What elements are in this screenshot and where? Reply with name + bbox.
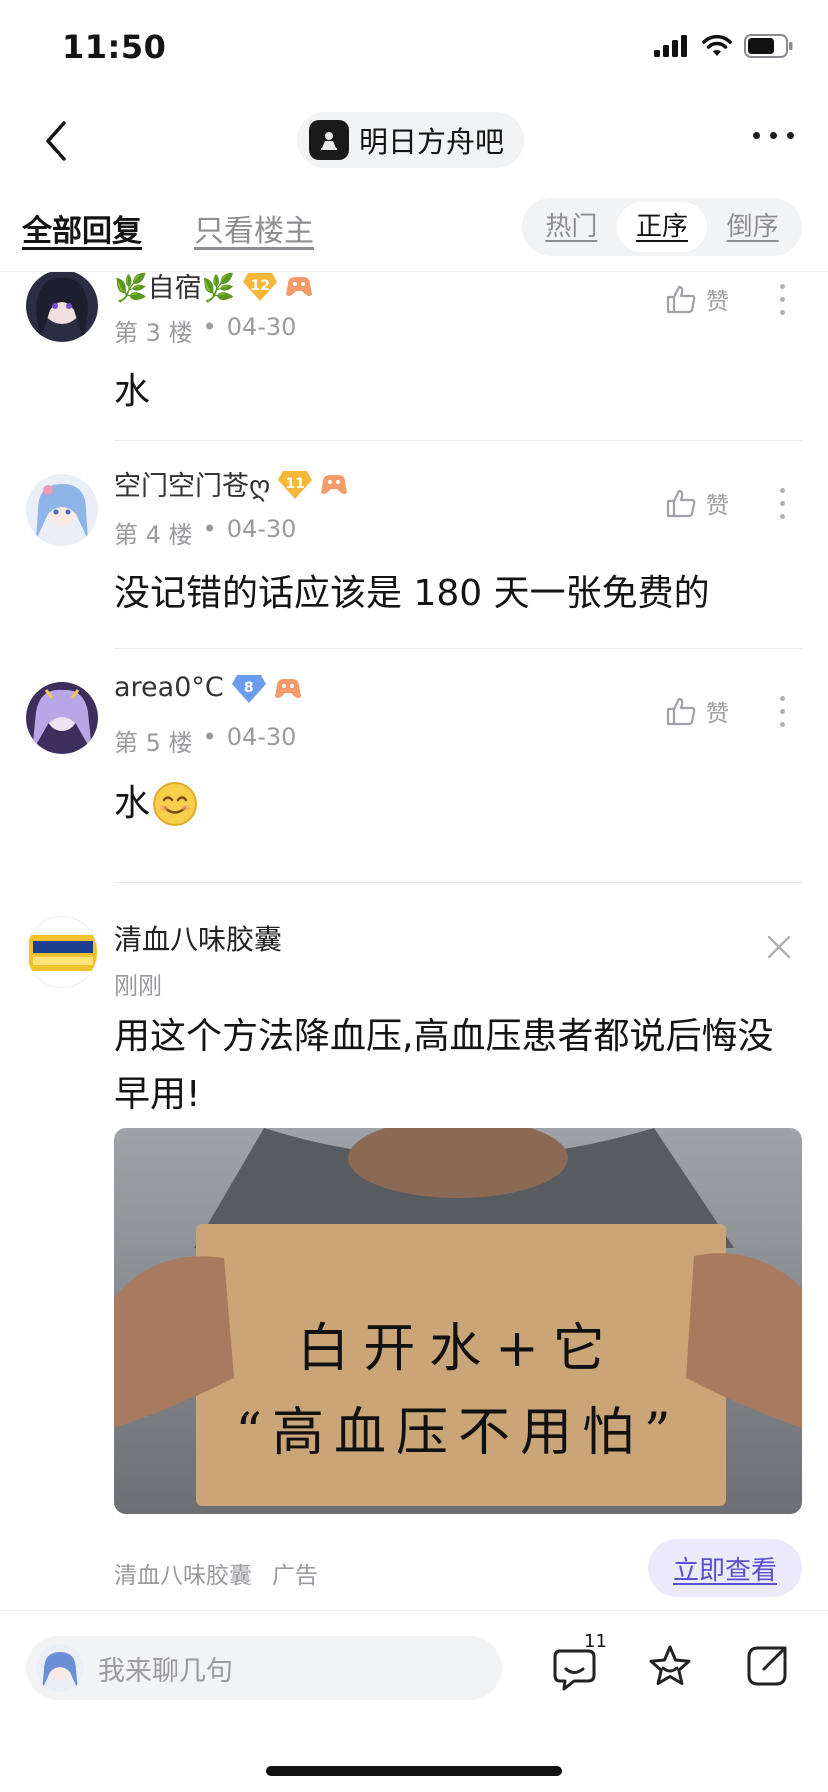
avatar[interactable] — [26, 682, 98, 754]
ad-headline[interactable]: 用这个方法降血压,高血压患者都说后悔没早用! — [114, 1008, 804, 1124]
ad-source: 清血八味胶囊 — [114, 1563, 252, 1589]
more-options-button[interactable] — [753, 132, 794, 139]
ad-time: 刚刚 — [114, 972, 162, 1000]
comments-button[interactable]: 11 — [552, 1631, 607, 1695]
level-badge: 11 — [278, 469, 313, 499]
sort-ascending[interactable]: 正序 — [616, 202, 708, 252]
ad-author-name[interactable]: 清血八味胶囊 — [114, 918, 282, 958]
post-content: 水 — [114, 783, 151, 824]
floor-date: 第 5 楼 • 04-30 — [114, 723, 296, 758]
level-badge: 12 — [243, 271, 278, 301]
reply-placeholder: 我来聊几句 — [98, 1655, 233, 1687]
battery-icon — [744, 34, 793, 58]
status-time: 11:50 — [62, 28, 167, 66]
post-content-row: 水 — [114, 776, 804, 832]
forum-name: 明日方舟吧 — [359, 125, 505, 159]
floor-number: 第 5 楼 — [114, 729, 193, 757]
game-badge-icon — [321, 474, 348, 494]
separator-dot: • — [202, 723, 217, 751]
sort-toggle: 热门 正序 倒序 — [522, 198, 802, 256]
post-menu-button[interactable] — [777, 696, 787, 727]
author-name: area0°C — [114, 672, 224, 703]
like-label: 赞 — [706, 289, 729, 315]
author-name: 空门空门苍ღ — [114, 471, 271, 502]
avatar[interactable] — [26, 474, 98, 546]
tab-owner-only[interactable]: 只看楼主 — [194, 206, 314, 250]
level-badge: 8 — [231, 673, 266, 703]
post-content: 没记错的话应该是 180 天一张免费的 — [114, 573, 710, 614]
reply-post: 空门空门苍ღ 11 第 4 楼 • 04-30 没记错的话应该是 180 天一张… — [0, 448, 828, 656]
thumbs-up-icon — [666, 697, 696, 726]
divider — [114, 440, 802, 441]
forum-chip[interactable]: 明日方舟吧 — [297, 112, 525, 168]
reply-filter-bar: 全部回复 只看楼主 热门 正序 倒序 — [0, 186, 828, 272]
post-menu-button[interactable] — [777, 488, 787, 519]
dot-icon — [787, 132, 794, 139]
post-date: 04-30 — [226, 515, 297, 543]
share-icon[interactable] — [744, 1643, 790, 1689]
wifi-icon — [702, 35, 732, 56]
status-icons — [654, 34, 794, 58]
dot-icon — [753, 132, 760, 139]
home-indicator — [266, 1766, 562, 1776]
post-content: 水 — [114, 371, 151, 412]
reply-post: 🌿自宿🌿 12 第 3 楼 • 04-30 水 赞 — [0, 270, 828, 448]
sort-hot[interactable]: 热门 — [526, 202, 617, 252]
ad-view-now-button[interactable]: 立即查看 — [648, 1539, 802, 1597]
floor-number: 第 4 楼 — [114, 521, 193, 549]
ad-image-caption-1: 白开水+它 — [297, 1319, 619, 1379]
floor-date: 第 4 楼 • 04-30 — [114, 515, 296, 550]
separator-dot: • — [202, 313, 217, 341]
divider — [114, 882, 802, 883]
ad-image-caption-2: “高血压不用怕” — [235, 1403, 681, 1463]
game-badge-icon — [274, 678, 301, 698]
sort-descending[interactable]: 倒序 — [707, 202, 798, 252]
smile-emoji-icon — [153, 782, 198, 826]
floor-number: 第 3 楼 — [114, 319, 193, 347]
reply-input[interactable]: 我来聊几句 — [26, 1636, 502, 1700]
thumbs-up-icon — [666, 285, 696, 314]
comment-count: 11 — [584, 1631, 607, 1652]
floor-date: 第 3 楼 • 04-30 — [114, 313, 296, 348]
user-avatar — [36, 1644, 84, 1692]
status-bar: 11:50 — [0, 0, 828, 96]
post-menu-button[interactable] — [777, 284, 787, 315]
divider — [114, 648, 802, 649]
star-icon[interactable] — [646, 1643, 694, 1691]
dot-icon — [770, 132, 777, 139]
post-date: 04-30 — [226, 313, 297, 341]
like-label: 赞 — [706, 493, 729, 519]
ad-avatar[interactable] — [26, 916, 98, 988]
back-button[interactable] — [36, 116, 76, 166]
like-button[interactable]: 赞 — [666, 694, 729, 728]
back-chevron-icon — [46, 121, 66, 161]
cellular-signal-icon — [654, 35, 687, 57]
separator-dot: • — [202, 515, 217, 543]
ad-image[interactable]: 白开水+它 “高血压不用怕” — [114, 1128, 802, 1514]
game-badge-icon — [286, 276, 313, 296]
bottom-bar: 我来聊几句 11 — [0, 1610, 828, 1792]
author-name-row[interactable]: area0°C 8 — [114, 672, 302, 703]
like-button[interactable]: 赞 — [666, 282, 729, 316]
close-icon[interactable] — [766, 934, 792, 960]
thumbs-up-icon — [666, 489, 696, 518]
ad-tag: 广告 — [272, 1563, 318, 1589]
reply-post: area0°C 8 第 5 楼 • 04-30 水 赞 — [0, 656, 828, 883]
nav-bar: 明日方舟吧 — [0, 96, 828, 186]
ad-footer: 清血八味胶囊 广告 — [114, 1556, 318, 1590]
forum-logo-icon — [309, 120, 349, 160]
author-name-row[interactable]: 空门空门苍ღ 11 — [114, 464, 348, 503]
like-label: 赞 — [706, 701, 729, 727]
like-button[interactable]: 赞 — [666, 486, 729, 520]
post-date: 04-30 — [226, 723, 297, 751]
tab-all-replies[interactable]: 全部回复 — [22, 206, 142, 250]
avatar[interactable] — [26, 270, 98, 342]
